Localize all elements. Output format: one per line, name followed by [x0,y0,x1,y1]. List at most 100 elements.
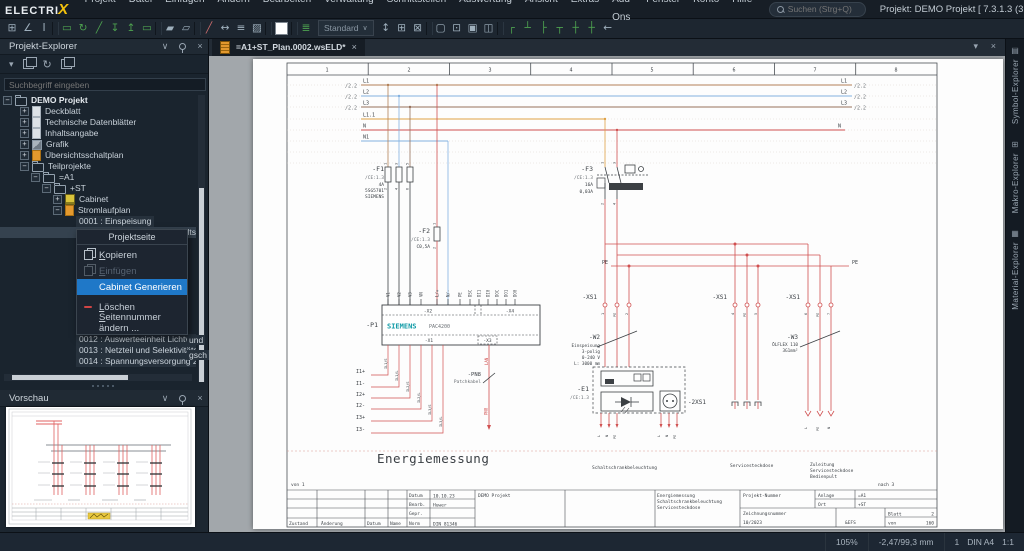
bus-labels-left: /2.2 L1 /2.2 L2 /2.2 L3 L1.1 N N1 [345,79,375,141]
svg-text:N: N [838,124,841,130]
tree-item-stromlaufplan[interactable]: Stromlaufplan [0,205,196,216]
svg-text:V2: V2 [397,292,402,297]
menu-item[interactable]: Auswertung [453,0,519,27]
menu-item[interactable]: Schnittstellen [380,0,452,27]
tree-item-technische-datenblaetter[interactable]: Technische Datenblätter [0,117,196,128]
cable-w3: -W3 ÖLFLEX 110 3G1mm² [772,331,840,354]
menu-item[interactable]: Datei [122,0,158,27]
svg-text:16A: 16A [585,182,593,188]
tree-item-uebersichtsschaltplan[interactable]: Übersichtsschaltplan [0,150,196,161]
close-icon[interactable]: × [352,42,357,52]
collapse-icon[interactable] [42,184,51,193]
menu-item[interactable]: Fenster [640,0,687,27]
zoom-level[interactable]: 105% [825,533,868,551]
expand-icon[interactable] [53,195,62,204]
menu-item-cabinet-generieren[interactable]: Cabinet Generieren [77,279,187,295]
close-icon[interactable]: × [192,393,208,403]
menu-item[interactable]: Bearbeiten [256,0,317,27]
tree-item-page-0014[interactable]: 0014 : Spannungsversorgung 24VDC [0,356,196,367]
menu-item-seitennummer[interactable]: Seitennummer ändern ... [77,315,187,331]
column-numbers: 12 34 56 78 [325,68,897,74]
expand-icon[interactable] [20,107,29,116]
tree-item-demo-projekt[interactable]: DEMO Projekt [0,95,196,106]
expand-icon[interactable] [20,151,29,160]
menu-item[interactable]: Add-Ons [606,0,640,27]
menu-item[interactable]: Konto [687,0,726,27]
tree-item-a1[interactable]: =A1 [0,172,196,183]
tree-item-inhaltsangabe[interactable]: Inhaltsangabe [0,128,196,139]
vertical-tab[interactable]: ▦ Material-Explorer [1006,221,1024,318]
scrollbar-thumb[interactable] [199,188,204,406]
scrollbar-thumb[interactable] [12,375,128,380]
page-format: 1 DIN A4 1:1 [944,533,1024,551]
collapse-icon[interactable] [31,173,40,182]
expand-icon[interactable] [20,129,29,138]
menu-item-einfuegen[interactable]: Einfügen [77,263,187,279]
svg-text:/2.2: /2.2 [854,95,866,101]
menu-item[interactable]: Extras [564,0,605,27]
toolbar-icon[interactable]: ▭ [59,20,75,36]
document-tab-active[interactable]: =A1+ST_Plan.0002.wsELD* × [212,38,365,56]
toolbar-icon[interactable] [52,22,59,35]
new-window-icon[interactable] [23,59,34,69]
panel-header: Vorschau ∨ × [0,390,208,407]
svg-text:I3-: I3- [356,427,365,433]
menu-item[interactable]: Einfügen [159,0,211,27]
search-input[interactable] [788,4,858,14]
svg-text:V1: V1 [386,292,391,297]
copy-icon [84,250,93,260]
menu-item[interactable]: Hilfe [726,0,759,27]
refresh-icon[interactable]: ↻ [43,58,52,71]
tree-item-page-0013[interactable]: 0013 : Netzteil und Selektivitätsmodul [0,345,196,356]
toolbar-icon[interactable]: ∠ [20,20,36,36]
tree-item-teilprojekte[interactable]: Teilprojekte [0,161,196,172]
tree-item-deckblatt[interactable]: Deckblatt [0,106,196,117]
drawing-canvas[interactable]: 12 34 56 78 [208,56,1006,532]
expand-icon[interactable] [20,140,29,149]
collapse-icon[interactable] [3,96,12,105]
folder-icon [32,163,44,172]
vertical-tab[interactable]: ⊞ Makro-Explorer [1006,132,1024,221]
preview-thumbnail[interactable] [6,407,195,527]
menu-item[interactable]: Ansicht [518,0,564,27]
menu-item[interactable]: Verwaltung [318,0,380,27]
close-icon[interactable]: × [192,41,208,51]
panel-splitter[interactable] [0,382,208,390]
menu-item-kopieren[interactable]: Kopieren [77,247,187,263]
toolbar-icon[interactable]: I [36,20,52,36]
duplicate-icon[interactable] [61,59,72,69]
svg-text:Einspeisung: Einspeisung [572,343,601,349]
context-menu-header: Projektseite [77,230,187,245]
menu-item[interactable]: Projekt [78,0,122,27]
collapse-icon[interactable] [53,206,62,215]
pin-icon[interactable] [179,43,186,50]
global-search[interactable] [769,2,866,17]
vertical-tab[interactable]: ▤ Symbol-Explorer [1006,38,1024,132]
tree-vertical-scrollbar[interactable] [198,95,205,412]
tree-item-page-0001[interactable]: 0001 : Einspeisung [0,216,196,227]
expand-icon[interactable] [20,118,29,127]
svg-text:L/+: L/+ [435,289,440,297]
schematic-page[interactable]: 12 34 56 78 [253,59,1003,529]
tab-list-caret-icon[interactable]: ▾ [973,41,978,52]
menu-item[interactable]: Ändern [211,0,256,27]
svg-text:PE: PE [816,313,820,317]
chevron-down-icon[interactable]: ∨ [157,393,173,404]
svg-text:2: 2 [407,68,410,74]
svg-text:2: 2 [625,313,629,315]
tree-search-input[interactable] [4,78,206,91]
tree-item-st[interactable]: +ST [0,183,196,194]
tree-item-page-0012[interactable]: 0012 : Auswerteeinheit Lichtvorhang [0,334,196,345]
filter-caret-icon[interactable]: ▾ [9,59,14,70]
svg-text:/2.2: /2.2 [345,84,357,90]
tree-item-grafik[interactable]: Grafik [0,139,196,150]
close-icon[interactable]: × [991,41,996,51]
toolbar-icon[interactable]: ⊞ [4,20,20,36]
svg-text:Zeichnungsnummer: Zeichnungsnummer [743,511,787,517]
svg-text:/2.2: /2.2 [345,95,357,101]
chevron-down-icon[interactable]: ∨ [157,41,173,52]
pin-icon[interactable] [179,395,186,402]
collapse-icon[interactable] [20,162,29,171]
tree-item-cabinet[interactable]: Cabinet [0,194,196,205]
tree-horizontal-scrollbar[interactable] [4,374,192,381]
